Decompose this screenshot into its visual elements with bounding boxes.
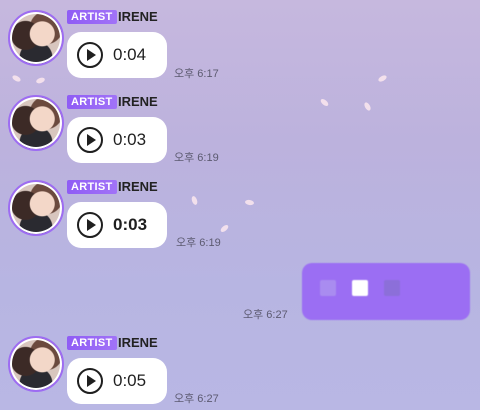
sender-name: IRENE [118, 9, 158, 24]
play-icon[interactable] [77, 368, 103, 394]
avatar[interactable] [8, 10, 64, 66]
voice-duration: 0:05 [113, 371, 147, 390]
voice-message-bubble[interactable]: 0:03 [67, 117, 167, 163]
petal-decoration [35, 76, 46, 85]
petal-decoration [11, 74, 22, 83]
avatar[interactable] [8, 336, 64, 392]
play-icon[interactable] [77, 127, 103, 153]
voice-message-bubble[interactable]: 0:04 [67, 32, 167, 78]
avatar[interactable] [8, 95, 64, 151]
message-time: 오후 6:27 [174, 393, 219, 405]
petal-decoration [190, 195, 199, 206]
petal-decoration [363, 101, 372, 112]
voice-duration: 0:04 [113, 45, 147, 64]
petal-decoration [319, 97, 330, 108]
petal-decoration [244, 199, 255, 206]
my-message-bubble[interactable] [302, 263, 470, 320]
sender-name: IRENE [118, 179, 158, 194]
redacted-block [320, 280, 336, 296]
voice-duration: 0:03 [113, 130, 147, 149]
message-time: 오후 6:19 [176, 237, 221, 249]
artist-badge: ARTIST [67, 95, 117, 109]
voice-message-bubble[interactable]: 0:03 [67, 202, 167, 248]
play-icon[interactable] [77, 42, 103, 68]
redacted-block [384, 280, 400, 296]
message-time: 오후 6:17 [174, 68, 219, 80]
message-time: 오후 6:27 [243, 309, 288, 321]
petal-decoration [219, 223, 230, 234]
voice-duration: 0:03 [113, 215, 148, 234]
voice-message-bubble[interactable]: 0:05 [67, 358, 167, 404]
sender-name: IRENE [118, 335, 158, 350]
artist-badge: ARTIST [67, 180, 117, 194]
artist-badge: ARTIST [67, 10, 117, 24]
sender-name: IRENE [118, 94, 158, 109]
avatar[interactable] [8, 180, 64, 236]
petal-decoration [377, 74, 388, 83]
message-time: 오후 6:19 [174, 152, 219, 164]
play-icon[interactable] [77, 212, 103, 238]
artist-badge: ARTIST [67, 336, 117, 350]
redacted-block [352, 280, 368, 296]
